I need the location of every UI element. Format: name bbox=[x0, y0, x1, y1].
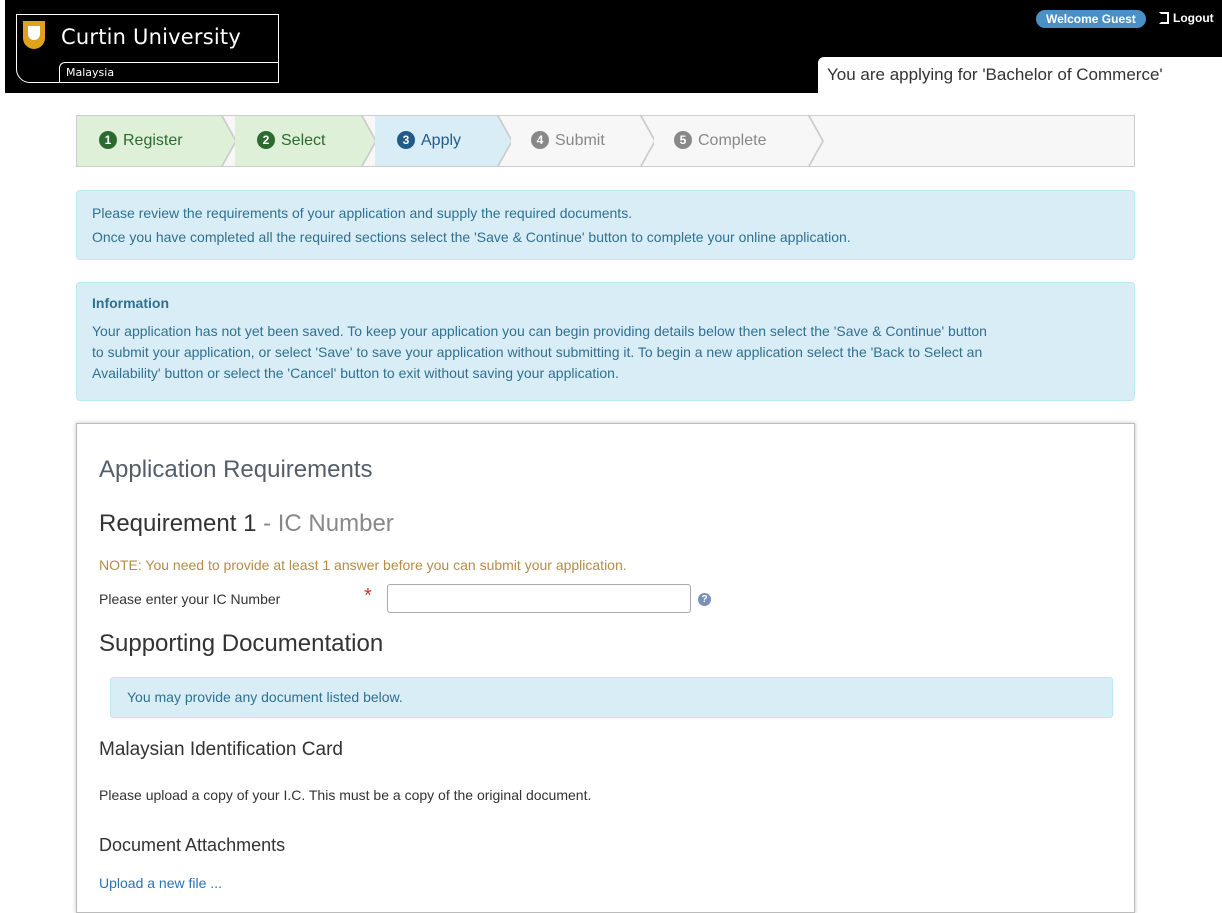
requirement-note: NOTE: You need to provide at least 1 ans… bbox=[99, 557, 627, 573]
information-title: Information bbox=[92, 295, 169, 311]
logo-subtitle: Malaysia bbox=[59, 62, 278, 82]
instructions-line: Once you have completed all the required… bbox=[92, 229, 851, 245]
logo-name: Curtin University bbox=[61, 25, 241, 49]
application-requirements-panel: Application Requirements Requirement 1 -… bbox=[76, 423, 1135, 913]
step-label: Select bbox=[281, 132, 326, 149]
requirement-title: Requirement 1 bbox=[99, 510, 257, 537]
welcome-badge: Welcome Guest bbox=[1036, 10, 1146, 28]
instructions-box: Please review the requirements of your a… bbox=[76, 190, 1135, 260]
instructions-line: Please review the requirements of your a… bbox=[92, 205, 633, 221]
page-header: Curtin University Malaysia Welcome Guest… bbox=[5, 0, 1222, 93]
requirement-subtitle: IC Number bbox=[277, 510, 394, 537]
upload-new-file-link[interactable]: Upload a new file ... bbox=[99, 875, 222, 891]
step-apply[interactable]: 3 Apply bbox=[375, 116, 513, 166]
step-label: Apply bbox=[421, 132, 462, 149]
application-requirements-heading: Application Requirements bbox=[99, 456, 373, 483]
step-number: 4 bbox=[531, 131, 549, 149]
requirement-separator: - bbox=[256, 510, 278, 537]
ic-number-label: Please enter your IC Number bbox=[99, 591, 281, 607]
step-label: Submit bbox=[555, 132, 605, 149]
requirement-heading: Requirement 1 - IC Number bbox=[99, 510, 394, 538]
logout-label: Logout bbox=[1173, 11, 1214, 25]
step-number: 3 bbox=[397, 131, 415, 149]
document-description: Please upload a copy of your I.C. This m… bbox=[99, 787, 592, 803]
progress-steps: 1 Register 2 Select 3 Apply 4 Submit 5 Comple… bbox=[76, 115, 1135, 167]
step-submit: 4 Submit bbox=[511, 116, 656, 166]
step-register[interactable]: 1 Register bbox=[77, 116, 237, 166]
step-select[interactable]: 2 Select bbox=[235, 116, 377, 166]
logout-icon bbox=[1159, 12, 1169, 24]
ic-number-input[interactable] bbox=[387, 584, 691, 613]
curtin-logo[interactable]: Curtin University Malaysia bbox=[16, 14, 279, 83]
step-label: Register bbox=[123, 132, 183, 149]
document-attachments-heading: Document Attachments bbox=[99, 835, 286, 855]
step-label: Complete bbox=[698, 132, 767, 149]
step-number: 2 bbox=[257, 131, 275, 149]
supporting-documentation-heading: Supporting Documentation bbox=[99, 630, 384, 657]
applying-for-banner: You are applying for 'Bachelor of Commer… bbox=[818, 57, 1222, 93]
crest-icon bbox=[23, 21, 45, 49]
required-marker: * bbox=[364, 585, 372, 607]
step-complete: 5 Complete bbox=[654, 116, 824, 166]
step-number: 1 bbox=[99, 131, 117, 149]
information-line: to submit your application, or select 'S… bbox=[92, 344, 983, 360]
information-box: Information Your application has not yet… bbox=[76, 282, 1135, 401]
logout-link[interactable]: Logout bbox=[1159, 11, 1214, 25]
documents-notice: You may provide any document listed belo… bbox=[110, 677, 1113, 718]
step-number: 5 bbox=[674, 131, 692, 149]
information-line: Availability' button or select the 'Canc… bbox=[92, 365, 619, 381]
help-icon[interactable]: ? bbox=[698, 593, 711, 606]
information-line: Your application has not yet been saved.… bbox=[92, 323, 987, 339]
document-title: Malaysian Identification Card bbox=[99, 739, 343, 760]
